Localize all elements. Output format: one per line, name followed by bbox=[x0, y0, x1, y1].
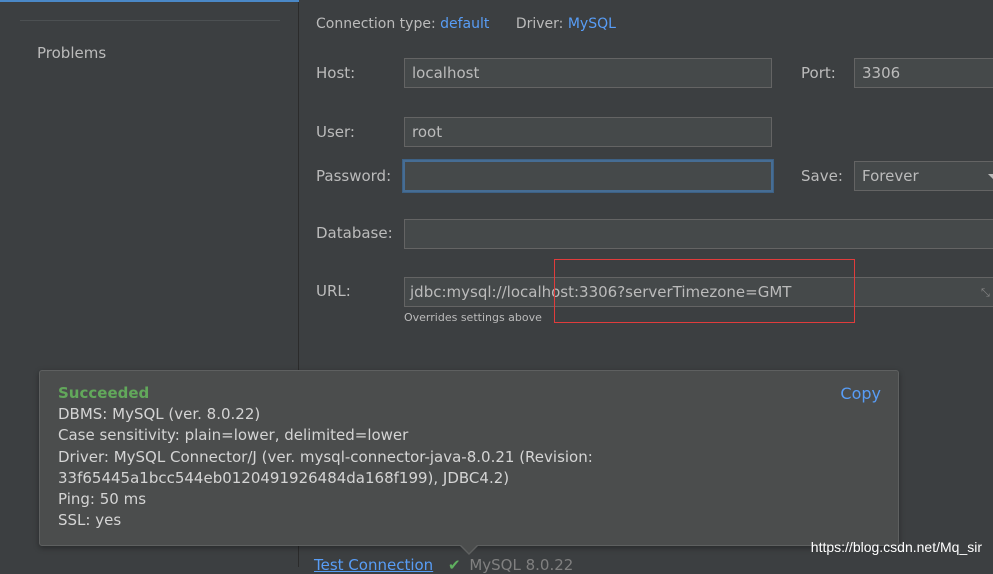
result-line: Driver: MySQL Connector/J (ver. mysql-co… bbox=[58, 447, 593, 466]
database-label: Database: bbox=[316, 224, 393, 242]
result-line: Ping: 50 ms bbox=[58, 490, 147, 509]
port-input[interactable]: 3306 bbox=[854, 58, 993, 88]
sidebar-selection-indicator bbox=[0, 0, 299, 2]
user-label: User: bbox=[316, 123, 355, 141]
sidebar-divider bbox=[20, 20, 280, 21]
url-hint: Overrides settings above bbox=[404, 311, 542, 324]
connection-type-label: Connection type: bbox=[316, 16, 436, 32]
result-line: Case sensitivity: plain=lower, delimited… bbox=[58, 426, 409, 445]
result-line: DBMS: MySQL (ver. 8.0.22) bbox=[58, 405, 261, 424]
save-dropdown[interactable]: Forever bbox=[854, 161, 993, 191]
test-connection-link[interactable]: Test Connection bbox=[314, 556, 433, 574]
port-label: Port: bbox=[801, 64, 836, 82]
host-label: Host: bbox=[316, 64, 356, 82]
mysql-version-text: MySQL 8.0.22 bbox=[469, 556, 574, 574]
password-label: Password: bbox=[316, 167, 392, 185]
expand-icon[interactable]: ⤡ bbox=[981, 286, 990, 300]
save-label: Save: bbox=[801, 167, 843, 185]
driver-label: Driver: bbox=[515, 16, 564, 32]
sidebar-item-problems[interactable]: Problems bbox=[37, 44, 106, 62]
user-input[interactable]: root bbox=[404, 117, 772, 147]
result-line: SSL: yes bbox=[58, 511, 122, 530]
status-succeeded: Succeeded bbox=[58, 384, 150, 402]
database-input[interactable] bbox=[404, 219, 993, 249]
copy-link[interactable]: Copy bbox=[840, 383, 881, 404]
check-icon: ✔ bbox=[447, 556, 461, 574]
save-dropdown-value: Forever bbox=[862, 167, 919, 185]
highlight-annotation-box bbox=[554, 259, 855, 323]
connection-type-link[interactable]: default bbox=[440, 16, 489, 32]
watermark-text: https://blog.csdn.net/Mq_sir bbox=[810, 539, 982, 555]
connection-type-row: Connection type: default Driver: MySQL bbox=[316, 16, 616, 32]
test-connection-result-popup: Succeeded Copy DBMS: MySQL (ver. 8.0.22)… bbox=[39, 370, 899, 546]
popup-pointer-fill bbox=[460, 544, 478, 553]
result-line: 33f65445a1bcc544eb0120491926484da168f199… bbox=[58, 468, 510, 487]
host-input[interactable]: localhost bbox=[404, 58, 772, 88]
url-label: URL: bbox=[316, 282, 351, 300]
password-input[interactable] bbox=[403, 160, 773, 192]
test-connection-row: Test Connection ✔ MySQL 8.0.22 bbox=[314, 556, 573, 574]
driver-link[interactable]: MySQL bbox=[568, 16, 616, 32]
